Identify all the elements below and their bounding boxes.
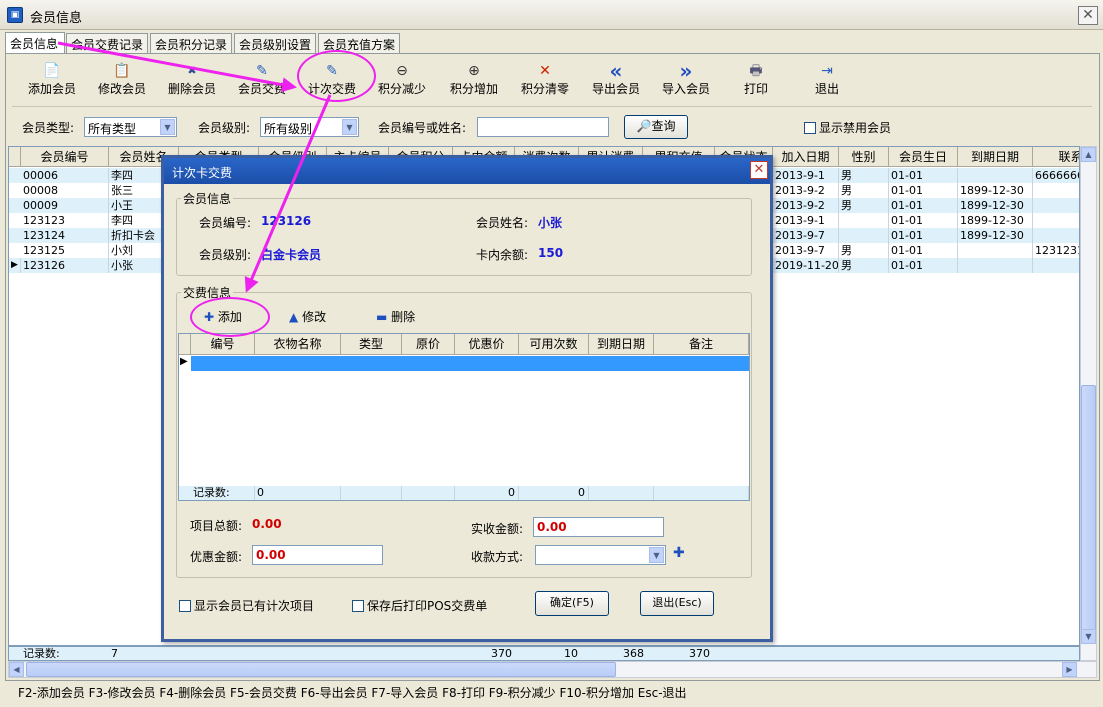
annotation-arrow bbox=[244, 94, 332, 293]
annotation-arrows bbox=[57, 41, 332, 293]
annotation-arrow bbox=[57, 41, 297, 93]
